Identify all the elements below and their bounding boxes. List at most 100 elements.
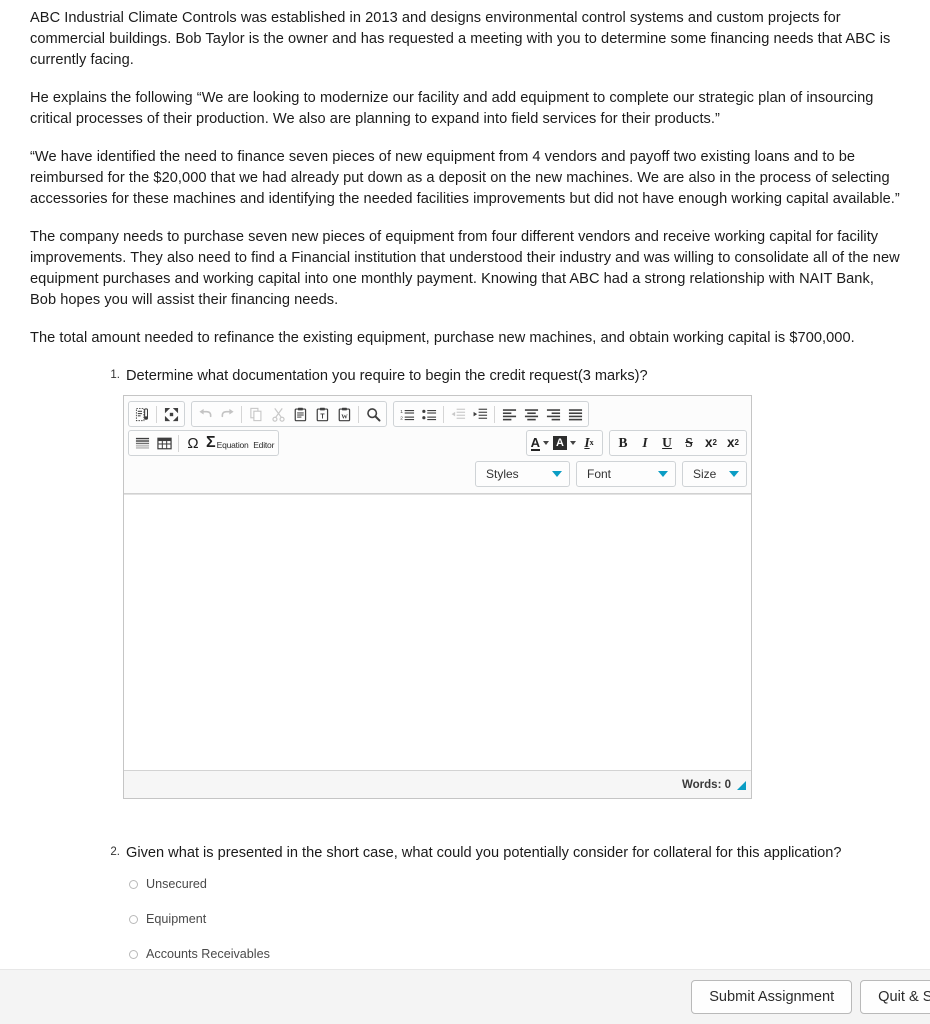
styles-dropdown-label: Styles xyxy=(486,467,519,481)
source-icon[interactable] xyxy=(131,403,153,425)
size-dropdown[interactable]: Size xyxy=(682,461,747,487)
special-character-icon[interactable]: Ω xyxy=(182,432,204,454)
case-paragraph-2: He explains the following “We are lookin… xyxy=(30,90,874,127)
text-color-icon[interactable]: A xyxy=(529,432,551,454)
radio-button[interactable] xyxy=(129,949,138,959)
option-label: Accounts Receivables xyxy=(146,947,270,961)
indent-icon[interactable] xyxy=(469,403,491,425)
editor-toolbar: T W 1 2 Ω Σ Equation Editor A A I x B I … xyxy=(124,396,751,494)
question-1-block: 1. Determine what documentation you requ… xyxy=(0,366,930,799)
background-color-glyph: A xyxy=(553,436,567,450)
size-dropdown-label: Size xyxy=(693,467,717,481)
question-1-heading: 1. Determine what documentation you requ… xyxy=(100,366,930,386)
question-2-text: Given what is presented in the short cas… xyxy=(126,845,842,861)
subscript-value: 2 xyxy=(712,438,717,447)
strikethrough-icon[interactable]: S xyxy=(678,432,700,454)
background-color-icon[interactable]: A xyxy=(551,432,578,454)
editor-toolbar-row-3: Styles Font Size xyxy=(128,461,747,487)
equation-editor-icon[interactable]: Σ Equation Editor xyxy=(204,432,276,454)
redo-icon[interactable] xyxy=(216,403,238,425)
toolbar-separator xyxy=(443,405,444,423)
case-paragraph-5: The total amount needed to refinance the… xyxy=(30,330,855,346)
toolbar-separator xyxy=(178,434,179,452)
toolbar-group-document xyxy=(128,401,185,427)
align-center-icon[interactable] xyxy=(520,403,542,425)
editor-toolbar-row-1: T W 1 2 xyxy=(128,401,747,427)
equation-editor-label-line2: Editor xyxy=(253,439,275,450)
editor-toolbar-row-2: Ω Σ Equation Editor A A I x B I U S x 2 … xyxy=(128,430,747,456)
option-unsecured[interactable]: Unsecured xyxy=(129,877,930,891)
option-accounts-receivables[interactable]: Accounts Receivables xyxy=(129,947,930,961)
outdent-icon[interactable] xyxy=(447,403,469,425)
question-1-text: Determine what documentation you require… xyxy=(126,368,648,384)
footer-action-bar: Submit Assignment Quit & Save xyxy=(0,969,930,1024)
styles-dropdown[interactable]: Styles xyxy=(475,461,570,487)
font-dropdown-label: Font xyxy=(587,467,612,481)
text-color-glyph: A xyxy=(530,434,541,451)
question-1-number: 1. xyxy=(110,369,120,381)
subscript-glyph: x xyxy=(705,435,713,451)
editor-status-bar: Words: 0 xyxy=(124,770,751,798)
paste-as-text-icon[interactable]: T xyxy=(311,403,333,425)
superscript-glyph: x xyxy=(727,435,735,451)
chevron-down-icon xyxy=(729,471,739,477)
remove-format-sub: x xyxy=(589,438,594,447)
question-2-number: 2. xyxy=(110,846,120,858)
subscript-icon[interactable]: x2 xyxy=(700,432,722,454)
align-left-icon[interactable] xyxy=(498,403,520,425)
table-icon[interactable] xyxy=(153,432,175,454)
toolbar-group-basicstyles: B I U S x2 x2 xyxy=(609,430,747,456)
resize-handle[interactable] xyxy=(737,780,746,790)
find-icon[interactable] xyxy=(362,403,384,425)
align-right-icon[interactable] xyxy=(542,403,564,425)
radio-button[interactable] xyxy=(129,879,138,889)
align-justify-icon[interactable] xyxy=(564,403,586,425)
toolbar-group-insert: Ω Σ Equation Editor xyxy=(128,430,280,456)
option-equipment[interactable]: Equipment xyxy=(129,912,930,926)
toolbar-group-paragraph: 1 2 xyxy=(393,401,589,427)
submit-assignment-button[interactable]: Submit Assignment xyxy=(691,980,853,1014)
superscript-value: 2 xyxy=(734,438,739,447)
special-character-glyph: Ω xyxy=(187,434,199,452)
maximize-icon[interactable] xyxy=(160,403,182,425)
paste-from-word-icon[interactable]: W xyxy=(333,403,355,425)
svg-text:T: T xyxy=(320,413,325,420)
case-paragraph-4: The company needs to purchase seven new … xyxy=(30,229,900,308)
equation-sigma-glyph: Σ xyxy=(206,434,216,451)
cut-icon[interactable] xyxy=(267,403,289,425)
toolbar-separator xyxy=(241,405,242,423)
underline-icon[interactable]: U xyxy=(656,432,678,454)
editor-content-area[interactable] xyxy=(124,494,751,770)
remove-format-icon[interactable]: Ix xyxy=(578,432,600,454)
quit-and-save-button[interactable]: Quit & Save xyxy=(860,980,930,1014)
chevron-down-icon xyxy=(570,441,576,445)
undo-icon[interactable] xyxy=(194,403,216,425)
radio-button[interactable] xyxy=(129,914,138,924)
toolbar-separator xyxy=(156,405,157,423)
toolbar-separator xyxy=(358,405,359,423)
question-2-heading: 2. Given what is presented in the short … xyxy=(100,843,930,863)
toolbar-group-colors: A A Ix xyxy=(525,430,603,456)
blockquote-icon[interactable] xyxy=(131,432,153,454)
assignment-page: ABC Industrial Climate Controls was esta… xyxy=(0,0,930,1024)
svg-text:W: W xyxy=(341,413,348,420)
option-label: Unsecured xyxy=(146,877,207,891)
chevron-down-icon xyxy=(543,441,550,445)
toolbar-group-clipboard: T W xyxy=(191,401,387,427)
numbered-list-icon[interactable]: 1 2 xyxy=(396,403,418,425)
superscript-icon[interactable]: x2 xyxy=(722,432,744,454)
svg-text:2: 2 xyxy=(400,415,403,421)
toolbar-separator xyxy=(494,405,495,423)
paste-icon[interactable] xyxy=(289,403,311,425)
bold-icon[interactable]: B xyxy=(612,432,634,454)
copy-icon[interactable] xyxy=(245,403,267,425)
svg-text:1: 1 xyxy=(400,408,403,414)
rich-text-editor[interactable]: T W 1 2 Ω Σ Equation Editor A A I x B I … xyxy=(123,395,752,799)
italic-icon[interactable]: I xyxy=(634,432,656,454)
bulleted-list-icon[interactable] xyxy=(418,403,440,425)
word-count-label: Words: 0 xyxy=(682,778,731,791)
chevron-down-icon xyxy=(552,471,562,477)
font-dropdown[interactable]: Font xyxy=(576,461,676,487)
question-2-options: Unsecured Equipment Accounts Receivables xyxy=(129,877,930,961)
chevron-down-icon xyxy=(658,471,668,477)
